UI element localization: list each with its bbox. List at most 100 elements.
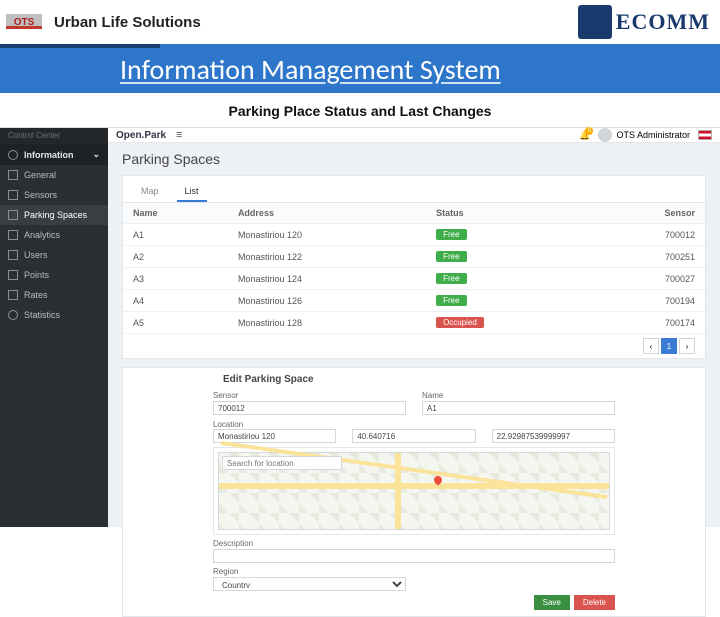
company-name: Urban Life Solutions [54, 14, 201, 31]
sidebar-item-rates[interactable]: Rates [0, 285, 108, 305]
table-row[interactable]: A4Monastiriou 126Free700194 [123, 290, 705, 312]
cell-status: Free [426, 224, 586, 246]
sensor-select[interactable] [213, 401, 406, 415]
hamburger-icon[interactable]: ≡ [176, 129, 182, 141]
sidebar-item-label: General [24, 170, 56, 180]
status-badge: Free [436, 229, 466, 240]
user-menu[interactable]: OTS Administrator [598, 128, 690, 142]
cell-address: Monastiriou 128 [228, 312, 426, 334]
chevron-down-icon: ⌄ [92, 149, 100, 160]
sidebar-item-label: Users [24, 250, 48, 260]
col-name[interactable]: Name [123, 203, 228, 224]
gear-icon [8, 310, 18, 320]
cell-name: A3 [123, 268, 228, 290]
cell-status: Occupied [426, 312, 586, 334]
sidebar-item-label: Sensors [24, 190, 57, 200]
svg-text:OTS: OTS [14, 17, 35, 28]
sidebar-item-general[interactable]: General [0, 165, 108, 185]
sidebar-group-label: Information [24, 150, 74, 160]
col-status[interactable]: Status [426, 203, 586, 224]
label-description: Description [213, 539, 615, 548]
cell-address: Monastiriou 126 [228, 290, 426, 312]
slide-title: Information Management System [120, 52, 720, 87]
table-row[interactable]: A1Monastiriou 120Free700012 [123, 224, 705, 246]
label-sensor: Sensor [213, 391, 406, 400]
name-field[interactable] [422, 401, 615, 415]
ecomm-text: ECOMM [616, 9, 710, 35]
main-panel: Open.Park ≡ 🔔 0 OTS Administrator Parkin… [108, 128, 720, 527]
square-icon [8, 170, 18, 180]
square-icon [8, 230, 18, 240]
cell-address: Monastiriou 124 [228, 268, 426, 290]
cell-status: Free [426, 290, 586, 312]
user-name: OTS Administrator [616, 130, 690, 140]
address-field[interactable] [213, 429, 336, 443]
status-badge: Occupied [436, 317, 484, 328]
parking-spaces-table: Name Address Status Sensor A1Monastiriou… [123, 203, 705, 334]
sidebar-item-parking-spaces[interactable]: Parking Spaces [0, 205, 108, 225]
square-icon [8, 210, 18, 220]
ots-logo: OTS [6, 10, 42, 34]
parking-spaces-card: Map List Name Address Status Sensor A1Mo… [122, 175, 706, 359]
sidebar-group-information[interactable]: Information ⌄ [0, 144, 108, 165]
cell-status: Free [426, 246, 586, 268]
sidebar-statistics-label: Statistics [24, 310, 60, 320]
language-flag[interactable] [698, 130, 712, 140]
location-map-block [213, 447, 615, 535]
lng-field[interactable] [492, 429, 615, 443]
ecomm-square-icon [578, 5, 612, 39]
square-icon [8, 270, 18, 280]
cell-name: A2 [123, 246, 228, 268]
square-icon [8, 190, 18, 200]
cell-name: A5 [123, 312, 228, 334]
cell-status: Free [426, 268, 586, 290]
notifications-button[interactable]: 🔔 0 [579, 130, 590, 141]
label-name: Name [422, 391, 615, 400]
sidebar-item-label: Parking Spaces [24, 210, 87, 220]
sidebar-item-sensors[interactable]: Sensors [0, 185, 108, 205]
tab-map[interactable]: Map [133, 182, 167, 202]
table-row[interactable]: A2Monastiriou 122Free700251 [123, 246, 705, 268]
sidebar-item-label: Points [24, 270, 49, 280]
sidebar-item-points[interactable]: Points [0, 265, 108, 285]
avatar-icon [598, 128, 612, 142]
sidebar: Control Center Information ⌄ GeneralSens… [0, 128, 108, 527]
square-icon [8, 250, 18, 260]
col-address[interactable]: Address [228, 203, 426, 224]
cell-sensor: 700174 [586, 312, 705, 334]
sidebar-item-analytics[interactable]: Analytics [0, 225, 108, 245]
page-next[interactable]: › [679, 338, 695, 354]
cell-sensor: 700012 [586, 224, 705, 246]
map-road [221, 441, 608, 499]
save-button[interactable]: Save [534, 595, 570, 610]
page-current[interactable]: 1 [661, 338, 677, 354]
page-prev[interactable]: ‹ [643, 338, 659, 354]
sidebar-item-label: Analytics [24, 230, 60, 240]
map-search-input[interactable] [222, 456, 342, 470]
info-icon [8, 150, 18, 160]
cell-sensor: 700027 [586, 268, 705, 290]
page-title: Parking Spaces [108, 143, 720, 175]
table-row[interactable]: A5Monastiriou 128 Occupied 700174 [123, 312, 705, 334]
square-icon [8, 290, 18, 300]
cell-name: A1 [123, 224, 228, 246]
lat-field[interactable] [352, 429, 475, 443]
description-field[interactable] [213, 549, 615, 563]
table-row[interactable]: A3Monastiriou 124Free700027 [123, 268, 705, 290]
ecomm-logo: ECOMM [540, 2, 710, 42]
topbar: Open.Park ≡ 🔔 0 OTS Administrator [108, 128, 720, 143]
label-location: Location [213, 420, 243, 429]
label-region: Region [213, 567, 406, 576]
view-tabs: Map List [123, 176, 705, 203]
cell-address: Monastiriou 122 [228, 246, 426, 268]
cell-sensor: 700194 [586, 290, 705, 312]
region-select[interactable]: Country [213, 577, 406, 591]
sidebar-item-users[interactable]: Users [0, 245, 108, 265]
map[interactable] [218, 452, 610, 530]
col-sensor[interactable]: Sensor [586, 203, 705, 224]
sidebar-group-statistics[interactable]: Statistics [0, 305, 108, 325]
edit-form-heading: Edit Parking Space [213, 374, 615, 385]
tab-list[interactable]: List [177, 182, 207, 202]
status-badge: Free [436, 295, 466, 306]
delete-button[interactable]: Delete [574, 595, 615, 610]
